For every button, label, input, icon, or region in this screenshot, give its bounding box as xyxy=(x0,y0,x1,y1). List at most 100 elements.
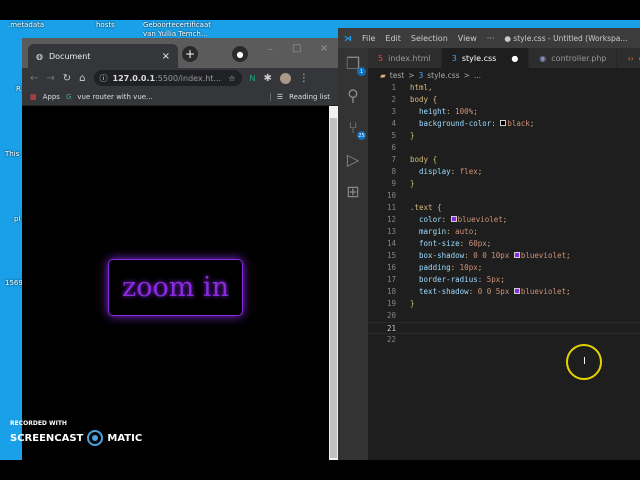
screencast-logo-icon xyxy=(87,430,104,446)
line-number: 5 xyxy=(391,131,396,140)
desktop-icon-label[interactable]: R xyxy=(16,85,21,94)
star-icon[interactable]: ☆ xyxy=(228,74,235,83)
tab-document[interactable]: ◍ Document × xyxy=(28,44,178,68)
code-line[interactable]: 9} xyxy=(368,178,640,190)
line-number: 4 xyxy=(391,119,396,128)
code-line[interactable]: 21 xyxy=(368,322,640,334)
line-code: body { xyxy=(410,95,438,104)
code-line[interactable]: 16 padding: 10px; xyxy=(368,262,640,274)
extensions-icon[interactable]: ⊞ xyxy=(343,182,363,202)
color-swatch[interactable] xyxy=(513,252,520,258)
tab-controller-php[interactable]: ◉ controller.php xyxy=(529,48,618,68)
color-swatch[interactable] xyxy=(513,288,520,294)
code-line[interactable]: 2 body { xyxy=(368,94,640,106)
desktop-icon-label[interactable]: 1569 xyxy=(5,279,23,288)
tab-index-html[interactable]: 5 index.html xyxy=(368,48,442,68)
tab-style-css[interactable]: 3 style.css ● xyxy=(441,48,530,68)
menu-selection[interactable]: Selection xyxy=(411,34,448,43)
css-property: display xyxy=(419,167,451,176)
code-line[interactable]: 10 xyxy=(368,190,640,202)
reload-icon[interactable]: ↻ xyxy=(63,73,71,84)
page-content: zoom in xyxy=(22,106,329,460)
code-editor[interactable]: 1 html, 2 body { 3 height: 100%; 4 background… xyxy=(368,82,640,346)
bookmark-apps[interactable]: Apps xyxy=(43,93,60,101)
menu-more[interactable]: ··· xyxy=(487,34,495,43)
color-swatch[interactable] xyxy=(500,120,507,126)
menu-file[interactable]: File xyxy=(362,34,375,43)
back-icon[interactable]: ← xyxy=(30,73,38,84)
code-line[interactable]: 6 xyxy=(368,142,640,154)
desktop-icon-hosts[interactable]: hosts xyxy=(96,21,115,30)
menu-view[interactable]: View xyxy=(458,34,477,43)
code-line[interactable]: 18 text-shadow: 0 0 5px blueviolet; xyxy=(368,286,640,298)
code-line[interactable]: 14 font-size: 60px; xyxy=(368,238,640,250)
reading-list-button[interactable]: Reading list xyxy=(289,93,330,101)
vscode-titlebar: ⋊ File Edit Selection View ··· ● style.c… xyxy=(338,28,640,48)
unsaved-dot-icon[interactable]: ● xyxy=(511,54,518,63)
breadcrumb-test[interactable]: test xyxy=(390,71,404,80)
chrome-window: ◍ Document × + ● – □ × ← → ↻ ⌂ ⓘ 127.0.0… xyxy=(22,38,338,460)
minimize-icon[interactable]: – xyxy=(268,44,273,55)
extension-icon[interactable]: N xyxy=(250,74,256,83)
code-line[interactable]: 19} xyxy=(368,298,640,310)
vscode-logo-icon: ⋊ xyxy=(344,33,352,43)
scrollbar-thumb[interactable] xyxy=(330,118,337,458)
line-number: 9 xyxy=(391,179,396,188)
code-line[interactable]: 5} xyxy=(368,130,640,142)
desktop-icon-label[interactable]: pl xyxy=(14,215,20,224)
media-icon[interactable]: ● xyxy=(232,46,248,62)
code-line[interactable]: 13 margin: auto; xyxy=(368,226,640,238)
desktop-icon-metadata[interactable]: .metadata xyxy=(8,21,44,30)
line-code: .text { xyxy=(410,203,442,212)
color-swatch[interactable] xyxy=(450,216,457,222)
menu-edit[interactable]: Edit xyxy=(385,34,401,43)
close-tab-icon[interactable]: × xyxy=(162,51,170,62)
explorer-icon[interactable]: ❐ 1 xyxy=(343,54,366,76)
code-line[interactable]: 4 background-color: black; xyxy=(368,118,640,130)
avatar[interactable] xyxy=(279,72,291,84)
url-host: 127.0.0.1 xyxy=(112,73,156,83)
breadcrumb-file[interactable]: style.css xyxy=(427,71,459,80)
tab-db[interactable]: ‹›db xyxy=(617,48,640,68)
code-line[interactable]: 3 height: 100%; xyxy=(368,106,640,118)
breadcrumb-symbol[interactable]: ... xyxy=(474,71,481,80)
code-line[interactable]: 1 html, xyxy=(368,82,640,94)
code-line[interactable]: 20 xyxy=(368,310,640,322)
code-line[interactable]: 11 .text { xyxy=(368,202,640,214)
desktop-icon-label[interactable]: This xyxy=(5,150,19,159)
code-line[interactable]: 8 display: flex; xyxy=(368,166,640,178)
code-line[interactable]: 12 color: blueviolet; xyxy=(368,214,640,226)
css-property: color xyxy=(419,215,442,224)
watermark-brand: SCREENCAST xyxy=(10,432,84,444)
address-bar[interactable]: ⓘ 127.0.0.1:5500/index.ht... ☆ xyxy=(93,70,242,86)
maximize-icon[interactable]: □ xyxy=(292,43,301,54)
page-scrollbar[interactable] xyxy=(329,106,338,460)
line-number: 2 xyxy=(391,95,396,104)
code-line[interactable]: 17 border-radius: 5px; xyxy=(368,274,640,286)
source-control-icon[interactable]: ⑂ 25 xyxy=(343,118,366,140)
forward-icon[interactable]: → xyxy=(46,73,54,84)
code-line[interactable]: 22 xyxy=(368,334,640,346)
css-value: blueviolet xyxy=(457,215,503,224)
line-number: 17 xyxy=(386,275,396,284)
close-window-icon[interactable]: × xyxy=(320,43,328,54)
line-number: 7 xyxy=(391,155,396,164)
menu-icon[interactable]: ⋮ xyxy=(299,73,309,84)
search-icon[interactable]: ⚲ xyxy=(343,86,363,106)
css-property: text-shadow xyxy=(419,287,469,296)
code-file-icon: ‹› xyxy=(627,53,634,63)
home-icon[interactable]: ⌂ xyxy=(79,73,85,84)
bookmark-vue-router[interactable]: vue router with vue... xyxy=(77,93,152,101)
scm-badge: 25 xyxy=(357,131,366,140)
run-debug-icon[interactable]: ▷ xyxy=(343,150,363,170)
new-tab-button[interactable]: + xyxy=(182,46,198,62)
puzzle-icon[interactable]: ✱ xyxy=(264,73,272,84)
desktop-icon-certificate[interactable]: Geboortecertificaat van Yullia Temch... xyxy=(143,21,213,38)
globe-icon: ◍ xyxy=(36,51,43,61)
screencast-watermark: RECORDED WITH SCREENCAST MATIC xyxy=(10,420,142,446)
code-line[interactable]: 15 box-shadow: 0 0 10px blueviolet; xyxy=(368,250,640,262)
code-line[interactable]: 7 body { xyxy=(368,154,640,166)
